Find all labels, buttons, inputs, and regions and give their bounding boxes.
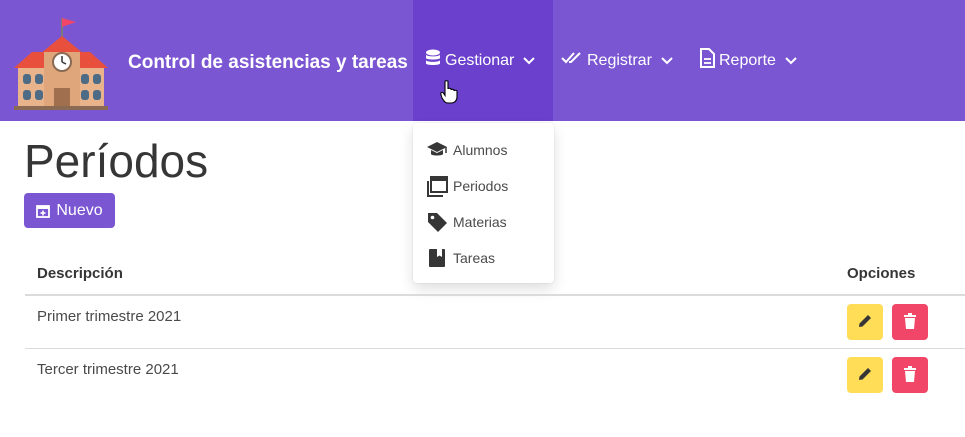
calendar-multiple-icon: [425, 174, 449, 198]
column-header-options: Opciones: [847, 265, 916, 282]
period-description: Tercer trimestre 2021: [37, 361, 179, 378]
pencil-icon: [857, 366, 873, 385]
graduation-cap-icon: [425, 138, 449, 162]
dropdown-item-materias[interactable]: Materias: [425, 207, 507, 237]
chevron-down-icon: [523, 52, 536, 70]
chevron-down-icon: [785, 52, 797, 70]
notebook-icon: [425, 246, 449, 270]
pencil-icon: [857, 313, 873, 332]
dropdown-item-alumnos[interactable]: Alumnos: [425, 135, 507, 165]
double-check-icon: [561, 51, 583, 70]
delete-button[interactable]: [892, 304, 928, 340]
school-logo-icon[interactable]: [10, 16, 112, 110]
new-period-button[interactable]: Nuevo: [24, 193, 115, 228]
dropdown-item-tareas[interactable]: Tareas: [425, 243, 495, 273]
navbar: Control de asistencias y tareas Gestiona…: [0, 0, 965, 121]
calendar-plus-icon: [36, 204, 51, 218]
nav-reporte-label: Reporte: [719, 51, 776, 69]
brand-title[interactable]: Control de asistencias y tareas: [128, 52, 408, 74]
gestionar-dropdown-menu: Alumnos Periodos Materias Tareas: [413, 123, 554, 283]
edit-button[interactable]: [847, 304, 883, 340]
table-row-divider: [25, 348, 965, 349]
tag-icon: [425, 210, 449, 234]
delete-button[interactable]: [892, 357, 928, 393]
database-icon: [425, 49, 441, 72]
trash-icon: [903, 312, 917, 332]
table-header-divider: [25, 294, 965, 296]
column-header-description: Descripción: [37, 265, 123, 282]
nav-registrar-label: Registrar: [587, 51, 652, 69]
period-description: Primer trimestre 2021: [37, 308, 182, 325]
nav-reporte[interactable]: Reporte: [699, 0, 797, 121]
dropdown-item-label: Tareas: [453, 250, 496, 266]
nav-gestionar-label: Gestionar: [445, 51, 515, 69]
dropdown-item-label: Periodos: [453, 178, 509, 194]
page-title: Períodos: [24, 135, 209, 187]
trash-icon: [903, 365, 917, 385]
hand-cursor-icon: [440, 80, 458, 104]
nav-registrar[interactable]: Registrar: [561, 0, 673, 121]
dropdown-item-label: Alumnos: [453, 142, 508, 158]
new-period-label: Nuevo: [56, 201, 103, 219]
chevron-down-icon: [661, 52, 673, 70]
edit-button[interactable]: [847, 357, 883, 393]
dropdown-item-periodos[interactable]: Periodos: [425, 171, 508, 201]
nav-gestionar[interactable]: Gestionar: [413, 0, 553, 121]
file-document-icon: [699, 48, 715, 73]
dropdown-item-label: Materias: [453, 214, 507, 230]
